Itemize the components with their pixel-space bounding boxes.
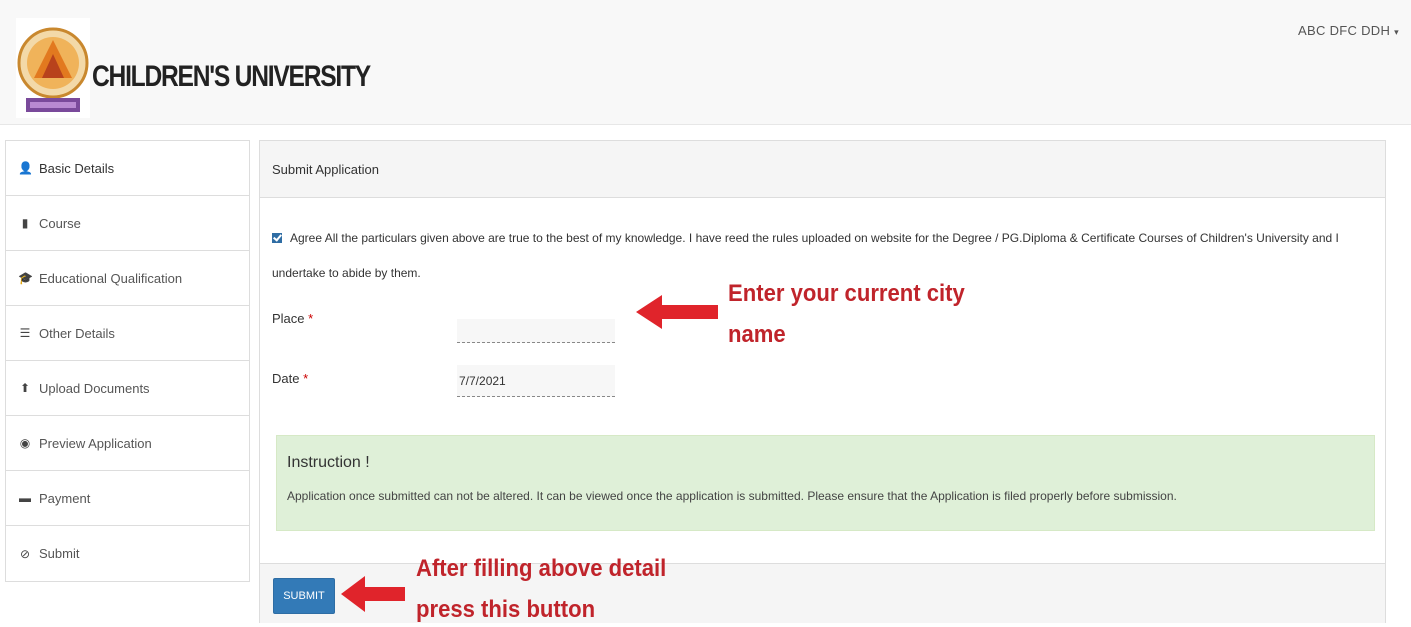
sidebar-item-submit[interactable]: ⊘ Submit xyxy=(6,526,249,581)
sidebar-item-label: Preview Application xyxy=(39,435,152,451)
date-input[interactable] xyxy=(457,365,615,397)
annotation-city-line2: name xyxy=(728,321,786,348)
graduation-cap-icon: 🎓 xyxy=(18,271,33,285)
sidebar-item-preview-application[interactable]: ◉ Preview Application xyxy=(6,416,249,471)
chevron-down-icon: ▾ xyxy=(1394,27,1399,37)
sidebar-item-label: Upload Documents xyxy=(39,380,150,396)
instruction-text: Application once submitted can not be al… xyxy=(287,489,1177,503)
sidebar-item-label: Basic Details xyxy=(39,160,115,176)
agreement-text: Agree All the particulars given above ar… xyxy=(272,231,1339,280)
sidebar-item-label: Payment xyxy=(39,490,91,506)
list-icon: ☰ xyxy=(19,326,31,340)
sidebar-item-label: Course xyxy=(39,215,81,231)
sidebar-item-course[interactable]: ▮ Course xyxy=(6,196,249,251)
instruction-alert: Instruction ! Application once submitted… xyxy=(276,435,1375,531)
user-name: ABC DFC DDH xyxy=(1298,23,1391,38)
agree-checkbox[interactable] xyxy=(272,233,282,243)
sidebar-item-label: Educational Qualification xyxy=(39,270,183,286)
user-menu[interactable]: ABC DFC DDH ▾ xyxy=(1298,23,1399,38)
arrow-left-icon xyxy=(636,295,718,329)
sidebar-item-upload-documents[interactable]: ⬆ Upload Documents xyxy=(6,361,249,416)
arrow-left-icon xyxy=(341,576,405,612)
place-input[interactable] xyxy=(457,319,615,343)
sidebar-item-basic-details[interactable]: 👤 Basic Details xyxy=(6,141,249,196)
university-logo xyxy=(16,18,90,118)
instruction-title: Instruction ! xyxy=(287,454,370,471)
upload-icon: ⬆ xyxy=(19,381,31,395)
annotation-submit-line1: After filling above detail xyxy=(416,555,667,582)
top-navbar: CHILDREN'S UNIVERSITY ABC DFC DDH ▾ xyxy=(0,0,1411,125)
date-label-text: Date xyxy=(272,371,300,386)
required-marker: * xyxy=(308,311,314,326)
check-circle-icon: ⊘ xyxy=(19,546,31,561)
date-label: Date * xyxy=(272,371,308,386)
eye-icon: ◉ xyxy=(19,436,31,450)
sidebar-item-label: Other Details xyxy=(39,325,115,341)
credit-card-icon: ▬ xyxy=(19,491,31,505)
sidebar-item-other-details[interactable]: ☰ Other Details xyxy=(6,306,249,361)
required-marker: * xyxy=(303,371,309,386)
sidebar-item-payment[interactable]: ▬ Payment xyxy=(6,471,249,526)
book-icon: ▮ xyxy=(21,216,29,230)
submit-button[interactable]: SUBMIT xyxy=(273,578,335,614)
annotation-city-line1: Enter your current city xyxy=(728,280,965,307)
sidebar-item-educational-qualification[interactable]: 🎓 Educational Qualification xyxy=(6,251,249,306)
submit-application-panel: Submit Application Agree All the particu… xyxy=(259,140,1386,623)
annotation-submit-line2: press this button xyxy=(416,596,596,623)
place-label-text: Place xyxy=(272,311,305,326)
place-label: Place * xyxy=(272,311,313,326)
sidebar-item-label: Submit xyxy=(39,546,80,561)
user-icon: 👤 xyxy=(18,161,33,175)
brand-name: CHILDREN'S UNIVERSITY xyxy=(92,60,371,93)
sidebar-nav: 👤 Basic Details ▮ Course 🎓 Educational Q… xyxy=(5,140,250,582)
panel-title: Submit Application xyxy=(260,141,1385,198)
